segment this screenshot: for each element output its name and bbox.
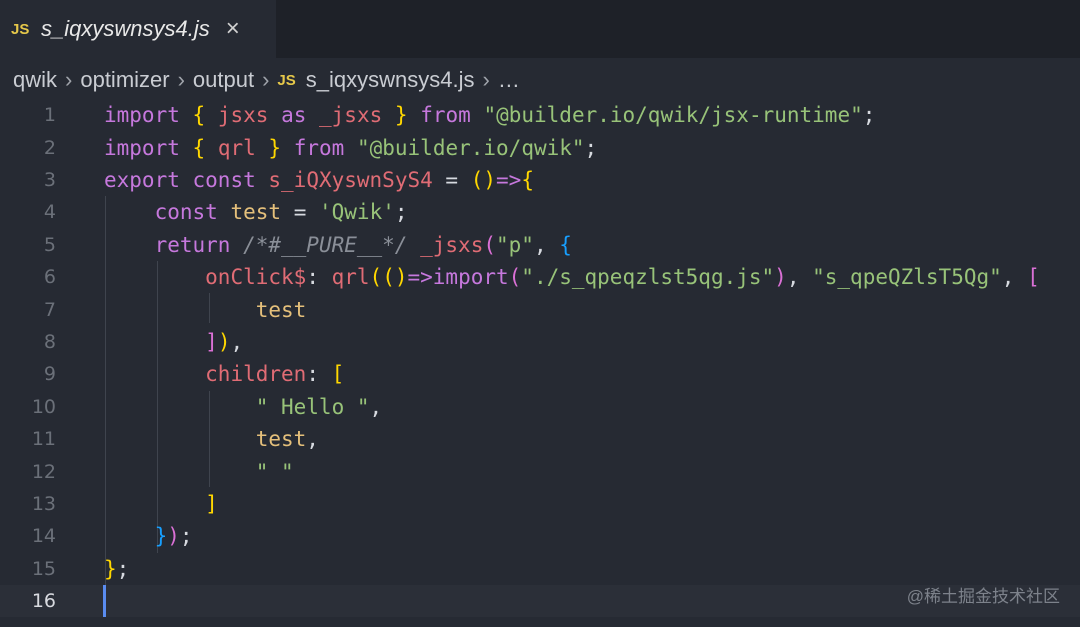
code-text: children: [: [205, 362, 345, 387]
breadcrumb-item-optimizer[interactable]: optimizer: [80, 67, 169, 93]
chevron-right-icon: ›: [65, 67, 73, 92]
line-number: 7: [43, 298, 56, 321]
code-text: });: [154, 524, 193, 549]
line-number: 5: [43, 233, 56, 256]
code-text: import { qrl } from "@builder.io/qwik";: [104, 135, 598, 160]
line-number: 8: [43, 330, 56, 353]
code-line: 10 " Hello ",: [0, 391, 1080, 423]
code-line: 11 test,: [0, 423, 1080, 455]
code-line: 13 ]: [0, 488, 1080, 520]
code-text: import { jsxs as _jsxs } from "@builder.…: [104, 103, 876, 128]
line-number: 13: [31, 492, 56, 515]
code-line: 2 import { qrl } from "@builder.io/qwik"…: [0, 131, 1080, 163]
tab-bar: JS s_iqxyswnsys4.js ×: [0, 0, 1080, 58]
code-text: };: [104, 556, 130, 581]
breadcrumb: qwik › optimizer › output › JS s_iqxyswn…: [13, 64, 520, 96]
code-text: onClick$: qrl(()=>import("./s_qpeqzlst5q…: [205, 265, 1040, 290]
code-line: 6 onClick$: qrl(()=>import("./s_qpeqzlst…: [0, 261, 1080, 293]
chevron-right-icon: ›: [262, 67, 270, 92]
watermark: @稀土掘金技术社区: [906, 587, 1060, 606]
code-line: 5 return /*#__PURE__*/ _jsxs("p", {: [0, 229, 1080, 261]
code-text: ]),: [205, 329, 244, 354]
line-number: 9: [43, 363, 56, 386]
close-icon[interactable]: ×: [226, 15, 240, 43]
breadcrumb-item-output[interactable]: output: [193, 67, 254, 93]
code-line: 12 " ": [0, 455, 1080, 487]
chevron-right-icon: ›: [177, 67, 185, 92]
code-line: 15 };: [0, 553, 1080, 585]
code-text: " Hello ",: [255, 394, 383, 419]
text-cursor: [103, 585, 106, 617]
editor-tab[interactable]: JS s_iqxyswnsys4.js ×: [0, 0, 276, 58]
code-text: test,: [255, 427, 319, 452]
line-number: 12: [31, 460, 56, 483]
code-text: return /*#__PURE__*/ _jsxs("p", {: [154, 232, 572, 257]
line-number: 11: [31, 428, 56, 451]
code-line: 3 export const s_iQXyswnSyS4 = ()=>{: [0, 164, 1080, 196]
line-number: 1: [43, 104, 56, 127]
tab-label: s_iqxyswnsys4.js: [41, 16, 210, 41]
line-number: 2: [43, 136, 56, 159]
code-text: " ": [255, 459, 294, 484]
code-line: 9 children: [: [0, 358, 1080, 390]
code-line: 8 ]),: [0, 326, 1080, 358]
js-file-icon: JS: [277, 71, 296, 89]
code-text: test: [255, 297, 307, 322]
js-file-icon: JS: [11, 20, 30, 38]
breadcrumb-item-qwik[interactable]: qwik: [13, 67, 57, 93]
code-line: 14 });: [0, 520, 1080, 552]
breadcrumb-more[interactable]: …: [498, 67, 520, 93]
chevron-right-icon: ›: [482, 67, 490, 92]
line-number: 15: [31, 557, 56, 580]
breadcrumb-item-file[interactable]: s_iqxyswnsys4.js: [306, 67, 475, 93]
line-number: 4: [43, 201, 56, 224]
line-number: 3: [43, 168, 56, 191]
line-number: 14: [31, 525, 56, 548]
code-editor[interactable]: 1 import { jsxs as _jsxs } from "@builde…: [0, 99, 1080, 627]
code-line: 1 import { jsxs as _jsxs } from "@builde…: [0, 99, 1080, 131]
code-line: 4 const test = 'Qwik';: [0, 196, 1080, 228]
code-text: export const s_iQXyswnSyS4 = ()=>{: [104, 167, 534, 192]
line-number: 6: [43, 266, 56, 289]
code-line: 7 test: [0, 293, 1080, 325]
line-number: 10: [31, 395, 56, 418]
line-number: 16: [31, 590, 56, 613]
code-text: const test = 'Qwik';: [154, 200, 408, 225]
code-text: ]: [205, 491, 218, 516]
